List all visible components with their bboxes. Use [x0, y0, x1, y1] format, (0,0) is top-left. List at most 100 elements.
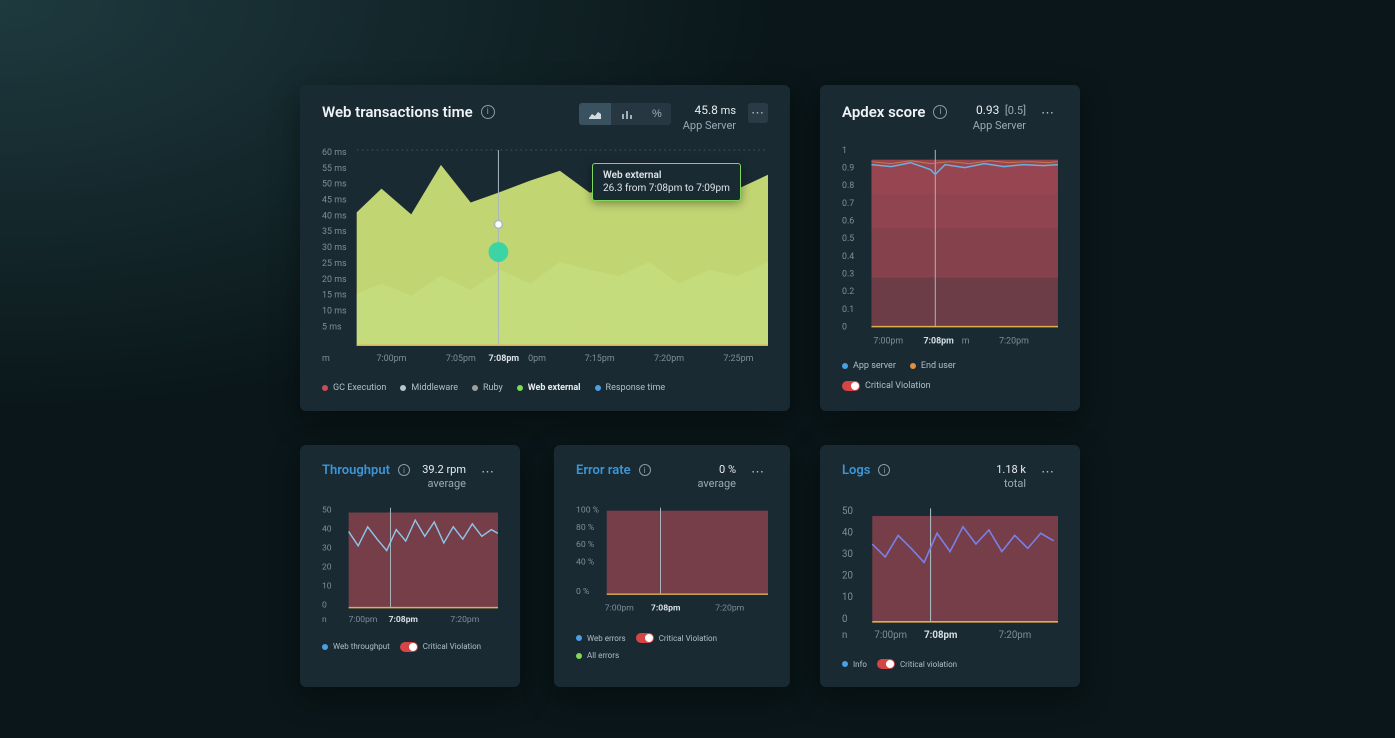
legend: App server End user Critical Violation — [842, 361, 1058, 391]
legend-item[interactable]: Web errors — [576, 633, 626, 643]
svg-text:0 %: 0 % — [576, 588, 589, 598]
legend-item[interactable]: Critical Violation — [636, 633, 717, 643]
svg-text:20 ms: 20 ms — [322, 275, 347, 285]
info-icon[interactable]: i — [481, 105, 495, 119]
svg-text:60 ms: 60 ms — [322, 148, 347, 158]
svg-text:7:08pm: 7:08pm — [389, 615, 418, 625]
panel-web-transactions: Web transactions time i % 45.8 ms App Se… — [300, 85, 790, 411]
panel-menu-button[interactable]: ⋯ — [1038, 463, 1058, 483]
metric-block: 0.93 [0.5] App Server — [973, 103, 1026, 133]
svg-text:0: 0 — [842, 614, 847, 625]
info-icon[interactable]: i — [933, 105, 947, 119]
chart-apdex[interactable]: 1 0.9 0.8 0.7 0.6 0.5 0.4 0.3 0.2 0.1 0 — [842, 145, 1058, 351]
svg-text:1: 1 — [842, 146, 847, 156]
svg-text:20: 20 — [322, 563, 332, 573]
panel-title[interactable]: Logs — [842, 463, 870, 478]
toggle-icon[interactable] — [877, 659, 895, 669]
svg-text:0: 0 — [842, 322, 847, 332]
svg-text:0pm: 0pm — [528, 354, 546, 364]
svg-text:n: n — [322, 615, 327, 625]
svg-text:30: 30 — [322, 544, 332, 554]
svg-text:55 ms: 55 ms — [322, 164, 347, 174]
legend: Web errors Critical Violation All errors — [576, 633, 768, 660]
legend-item[interactable]: Info — [842, 659, 867, 669]
legend-item[interactable]: Critical Violation — [400, 642, 481, 652]
chart-logs[interactable]: 50 40 30 20 10 0 n 7:00pm 7:08pm 7:20pm — [842, 503, 1058, 649]
panel-menu-button[interactable]: ⋯ — [748, 463, 768, 483]
svg-text:7:00pm: 7:00pm — [874, 630, 907, 641]
svg-text:25 ms: 25 ms — [322, 259, 347, 269]
svg-text:20: 20 — [842, 571, 853, 582]
legend-item[interactable]: Ruby — [472, 383, 503, 393]
legend: GC Execution Middleware Ruby Web externa… — [322, 383, 768, 393]
y-axis: 50 40 30 20 10 0 — [322, 506, 332, 611]
svg-text:7:08pm: 7:08pm — [651, 604, 681, 614]
legend-item[interactable]: Critical Violation — [842, 381, 931, 391]
legend-item[interactable]: Web throughput — [322, 642, 390, 652]
view-area-button[interactable] — [579, 103, 611, 125]
x-axis: n 7:00pm 7:08pm 7:20pm — [322, 615, 479, 625]
toggle-icon[interactable] — [842, 381, 860, 391]
svg-text:50: 50 — [322, 506, 332, 516]
panel-menu-button[interactable]: ⋯ — [748, 103, 768, 123]
panel-throughput: Throughput i 39.2 rpm average ⋯ 50 40 — [300, 445, 520, 687]
panel-title[interactable]: Error rate — [576, 463, 631, 478]
svg-text:7:20pm: 7:20pm — [999, 630, 1032, 641]
svg-text:80 %: 80 % — [576, 523, 594, 533]
svg-text:m: m — [962, 336, 970, 346]
panel-title[interactable]: Throughput — [322, 463, 390, 478]
legend-item[interactable]: All errors — [576, 651, 619, 660]
toggle-icon[interactable] — [636, 633, 654, 643]
toggle-icon[interactable] — [400, 642, 418, 652]
legend-item[interactable]: Critical violation — [877, 659, 957, 669]
svg-text:7:00pm: 7:00pm — [377, 354, 407, 364]
chart-web-transactions[interactable]: 60 ms 55 ms 50 ms 45 ms 40 ms 35 ms 30 m… — [322, 145, 768, 373]
svg-text:7:00pm: 7:00pm — [873, 336, 903, 346]
legend-item[interactable]: Response time — [595, 383, 666, 393]
y-axis: 50 40 30 20 10 0 — [842, 506, 853, 625]
svg-text:5 ms: 5 ms — [322, 322, 342, 332]
info-icon[interactable]: i — [398, 464, 410, 476]
svg-text:40: 40 — [322, 525, 332, 535]
svg-text:35 ms: 35 ms — [322, 227, 347, 237]
legend-item[interactable]: App server — [842, 361, 896, 371]
svg-text:30: 30 — [842, 549, 853, 560]
panel-menu-button[interactable]: ⋯ — [478, 463, 498, 483]
svg-text:7:20pm: 7:20pm — [654, 354, 684, 364]
svg-text:0.1: 0.1 — [842, 305, 854, 315]
svg-text:7:00pm: 7:00pm — [349, 615, 378, 625]
metric-block: 39.2 rpm average — [422, 463, 466, 492]
x-axis: 7:00pm 7:08pm m 7:20pm — [873, 336, 1029, 346]
info-icon[interactable]: i — [639, 464, 651, 476]
panel-title: Web transactions time — [322, 103, 473, 121]
panel-error-rate: Error rate i 0 % average ⋯ 100 % 80 % — [554, 445, 790, 687]
svg-text:0.5: 0.5 — [842, 234, 854, 244]
info-icon[interactable]: i — [878, 464, 890, 476]
svg-text:7:20pm: 7:20pm — [715, 604, 744, 614]
svg-text:7:08pm: 7:08pm — [924, 630, 957, 641]
legend-item[interactable]: GC Execution — [322, 383, 386, 393]
panel-menu-button[interactable]: ⋯ — [1038, 103, 1058, 123]
svg-text:7:25pm: 7:25pm — [723, 354, 753, 364]
svg-text:m: m — [322, 354, 330, 364]
x-axis: n 7:00pm 7:08pm 7:20pm — [842, 630, 1031, 641]
y-axis: 100 % 80 % 60 % 40 % 0 % — [576, 506, 599, 598]
svg-text:0.8: 0.8 — [842, 181, 854, 191]
svg-text:50: 50 — [842, 506, 853, 517]
chart-view-toggle: % — [579, 103, 671, 125]
panel-logs: Logs i 1.18 k total ⋯ 50 40 30 20 10 0 — [820, 445, 1080, 687]
svg-text:0.2: 0.2 — [842, 287, 854, 297]
legend-item[interactable]: Middleware — [400, 383, 458, 393]
svg-text:15 ms: 15 ms — [322, 291, 347, 301]
legend-item[interactable]: End user — [910, 361, 956, 371]
view-bar-button[interactable] — [611, 103, 643, 125]
svg-text:0.7: 0.7 — [842, 199, 854, 209]
svg-text:7:05pm: 7:05pm — [446, 354, 476, 364]
svg-text:50 ms: 50 ms — [322, 180, 347, 190]
svg-text:n: n — [842, 630, 847, 641]
panel-apdex: Apdex score i 0.93 [0.5] App Server ⋯ 1 … — [820, 85, 1080, 411]
legend-item[interactable]: Web external — [517, 383, 581, 393]
chart-error-rate[interactable]: 100 % 80 % 60 % 40 % 0 % 7:00pm 7:08pm 7… — [576, 503, 768, 623]
view-percent-button[interactable]: % — [643, 103, 671, 125]
chart-throughput[interactable]: 50 40 30 20 10 0 n 7:00pm 7:08pm — [322, 503, 498, 631]
